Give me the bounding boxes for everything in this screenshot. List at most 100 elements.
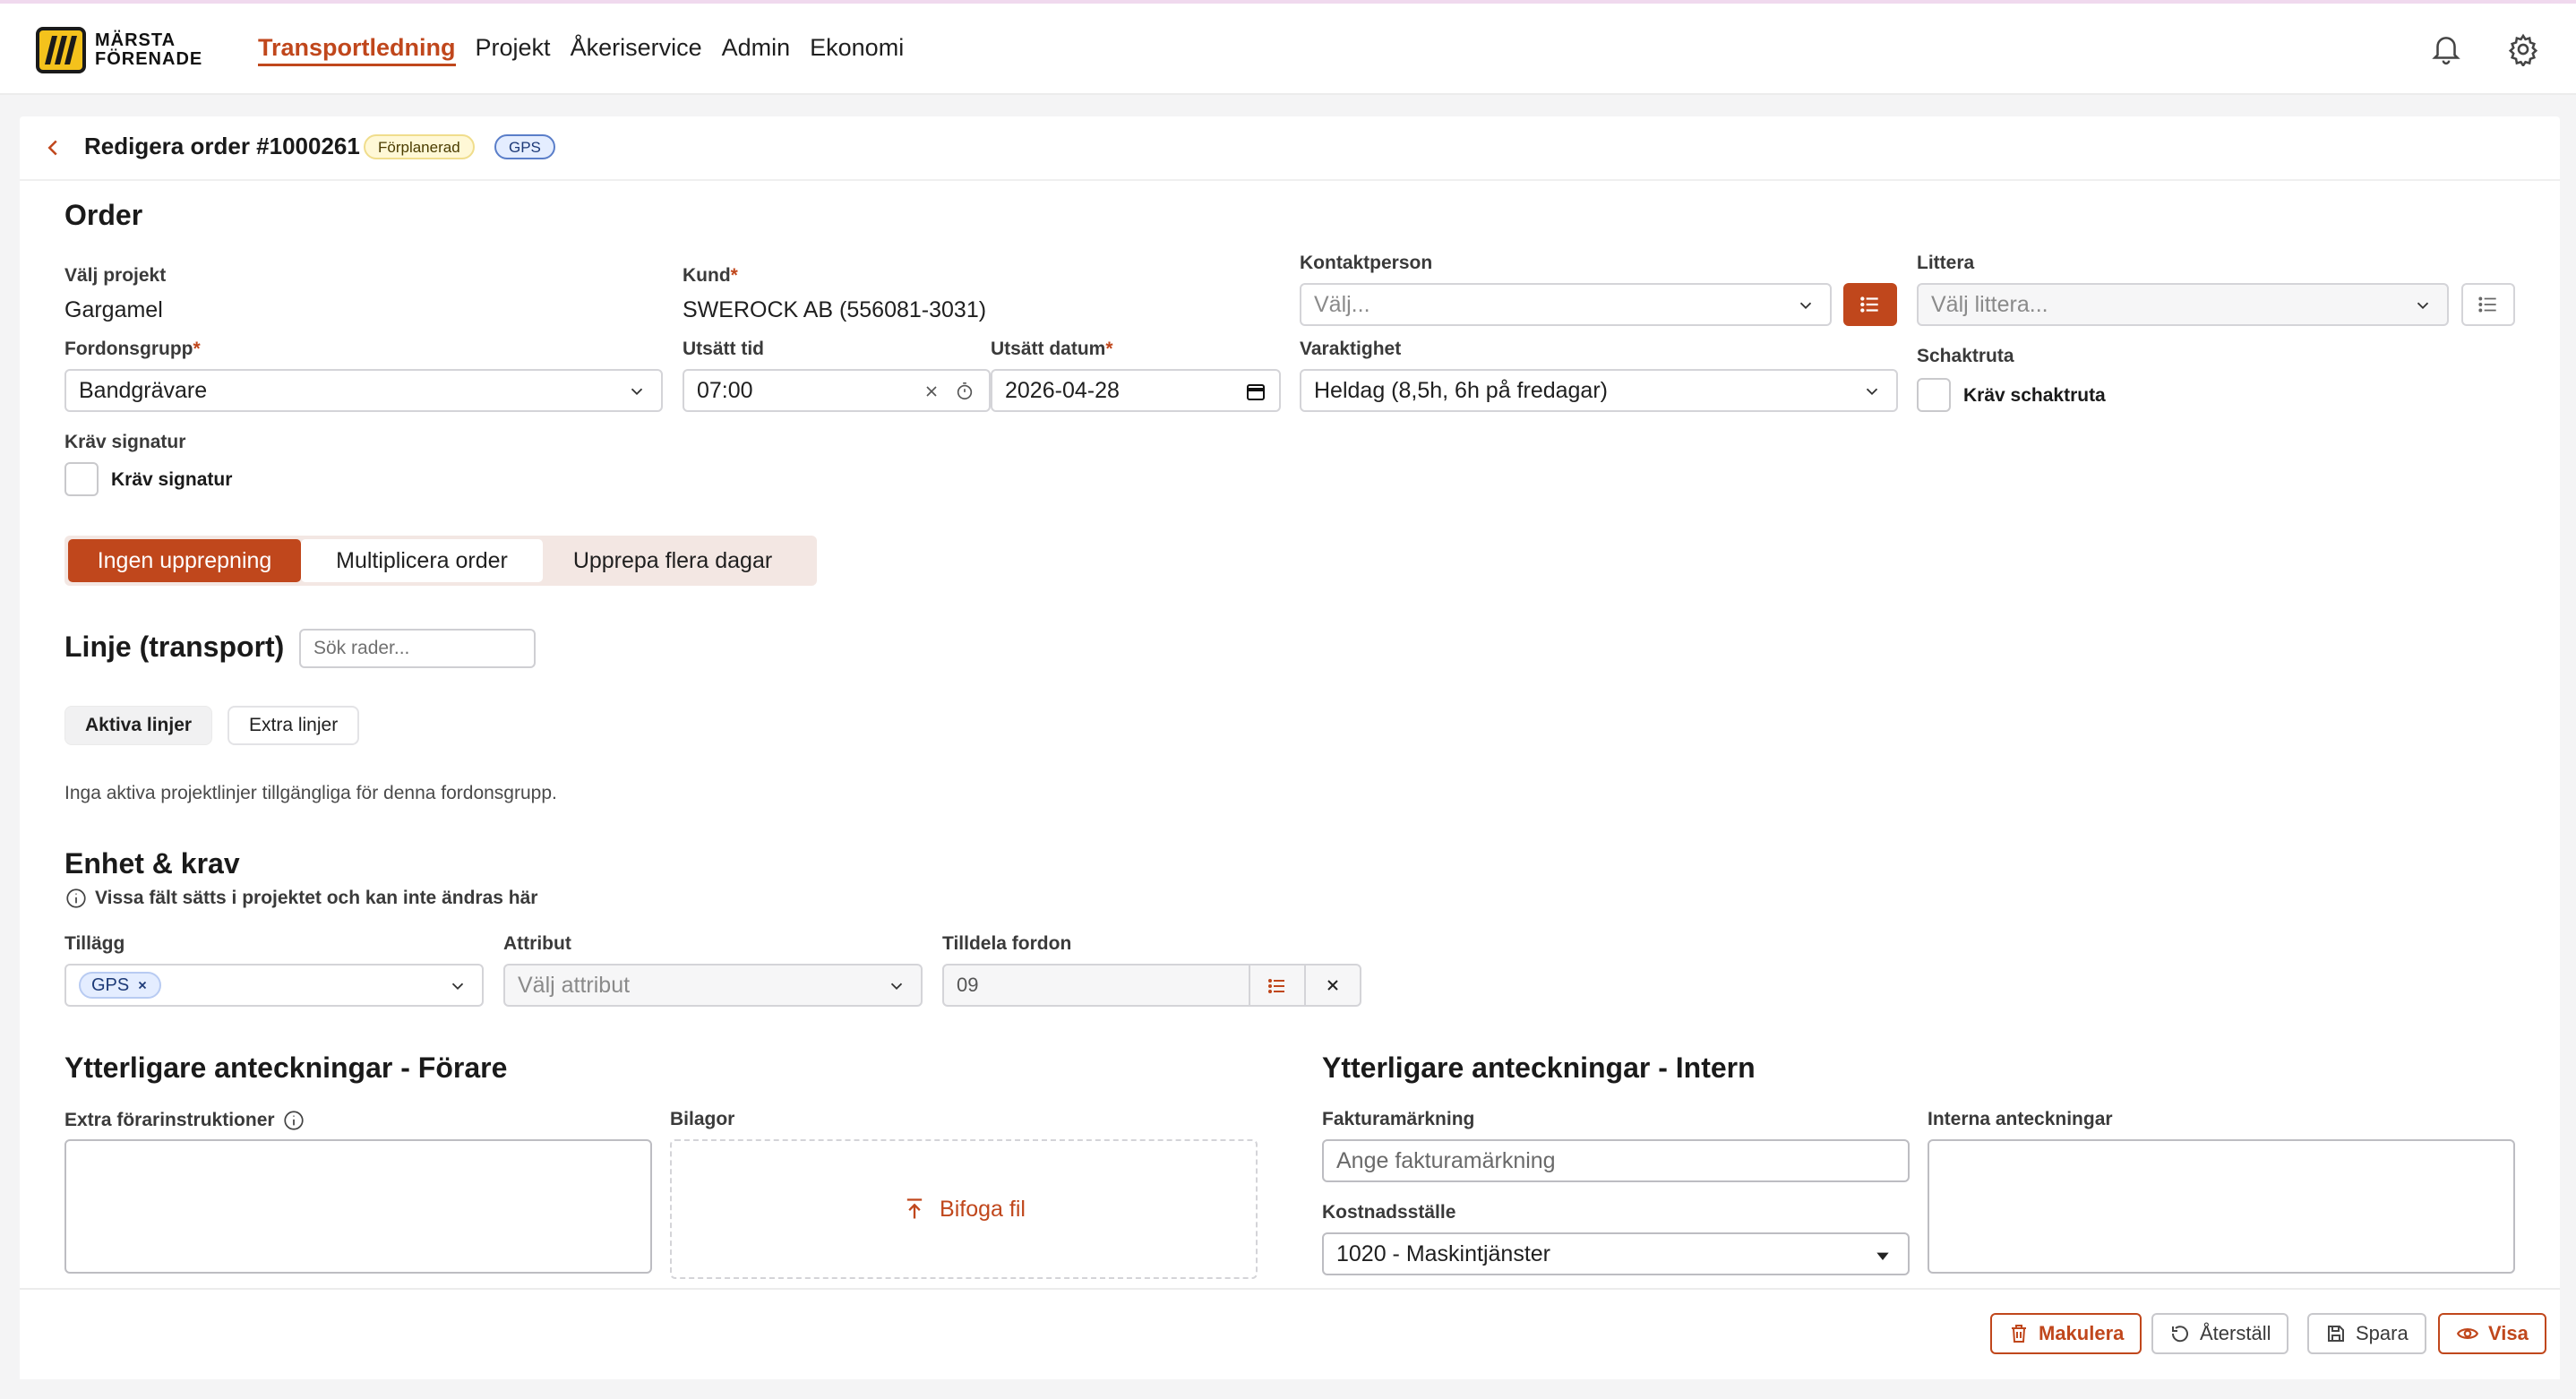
page-title: Redigera order #1000261 (84, 133, 360, 159)
duration-value: Heldag (8,5h, 6h på fredagar) (1314, 377, 1608, 403)
list-icon[interactable] (1267, 975, 1288, 997)
contact-label: Kontaktperson (1300, 253, 1433, 273)
chevron-down-icon (1866, 388, 1878, 396)
gear-icon[interactable] (2506, 32, 2540, 66)
cost-center-value: 1020 - Maskintjänster (1336, 1240, 1551, 1266)
reset-icon (2171, 1326, 2188, 1343)
date-value: 2026-04-28 (1005, 377, 1120, 403)
shaft-label: Schaktruta (1917, 346, 2014, 366)
shaft-checkbox[interactable] (1917, 378, 1951, 412)
date-label-text: Utsätt datum (991, 339, 1106, 359)
chevron-down-icon (451, 983, 464, 991)
duration-select[interactable]: Heldag (8,5h, 6h på fredagar) (1300, 369, 1898, 412)
close-icon[interactable] (1324, 976, 1342, 994)
seg-no-repeat[interactable]: Ingen upprepning (68, 539, 301, 582)
repeat-segmented: Ingen upprepning Multiplicera order Uppr… (64, 536, 817, 586)
internal-notes-heading: Ytterligare anteckningar - Intern (1322, 1051, 1756, 1084)
attr-select[interactable]: Välj attribut (503, 964, 923, 1007)
top-bar: MÄRSTA FÖRENADE Transportledning Projekt… (0, 4, 2576, 95)
extra-instructions-textarea[interactable] (64, 1139, 652, 1274)
project-value: Gargamel (64, 297, 163, 322)
save-label: Spara (2356, 1322, 2409, 1344)
remove-chip-icon[interactable] (136, 979, 149, 991)
seg-repeat-days[interactable]: Upprepa flera dagar (543, 539, 803, 582)
addons-select[interactable]: GPS (64, 964, 484, 1007)
nav-projekt[interactable]: Projekt (476, 34, 551, 66)
littera-list-button[interactable] (2461, 283, 2515, 326)
unit-info: Vissa fält sätts i projektet och kan int… (64, 887, 537, 910)
customer-label: Kund* (683, 265, 738, 287)
vehicle-group-label-text: Fordonsgrupp (64, 339, 193, 359)
assign-vehicle-input[interactable]: 09 (942, 964, 1361, 1007)
attach-dropzone[interactable]: Bifoga fil (670, 1139, 1258, 1279)
info-icon[interactable] (282, 1109, 305, 1132)
gps-chip-label: GPS (91, 974, 130, 995)
divider (1249, 966, 1250, 1005)
internal-notes-textarea[interactable] (1928, 1139, 2515, 1274)
list-icon (2478, 296, 2496, 313)
main-nav: Transportledning Projekt Åkeriservice Ad… (258, 34, 904, 66)
gps-chip: GPS (79, 972, 162, 999)
duration-label: Varaktighet (1300, 339, 1402, 359)
time-value: 07:00 (697, 377, 753, 403)
gps-badge: GPS (494, 134, 555, 159)
order-card: Redigera order #1000261 Förplanerad GPS … (20, 116, 2560, 1379)
stopwatch-icon[interactable] (955, 382, 975, 401)
assign-label: Tilldela fordon (942, 933, 1072, 954)
time-label: Utsätt tid (683, 339, 764, 359)
internal-notes-label: Interna anteckningar (1928, 1109, 2113, 1129)
save-button[interactable]: Spara (2307, 1313, 2426, 1354)
tab-extra-lines[interactable]: Extra linjer (228, 706, 360, 745)
extra-instructions-text: Extra förarinstruktioner (64, 1110, 275, 1130)
chevron-down-icon (890, 983, 903, 991)
contact-list-button[interactable] (1843, 283, 1897, 326)
signature-checkbox[interactable] (64, 462, 99, 496)
invoice-input[interactable]: Ange fakturamärkning (1322, 1139, 1910, 1182)
tab-active-lines[interactable]: Aktiva linjer (64, 706, 213, 745)
date-input[interactable]: 2026-04-28 (991, 369, 1281, 412)
back-chevron-icon[interactable] (39, 134, 66, 161)
required-mark: * (193, 339, 201, 359)
littera-select[interactable]: Välj littera... (1917, 283, 2449, 326)
seg-multiply[interactable]: Multiplicera order (301, 539, 543, 582)
nav-admin[interactable]: Admin (722, 34, 791, 66)
brand-logo[interactable]: MÄRSTA FÖRENADE (36, 27, 202, 73)
addons-label: Tillägg (64, 933, 125, 954)
calendar-icon[interactable] (1245, 381, 1267, 402)
void-button[interactable]: Makulera (1990, 1313, 2142, 1354)
attr-placeholder: Välj attribut (518, 972, 631, 998)
upload-icon (906, 1198, 923, 1219)
nav-transportledning[interactable]: Transportledning (258, 34, 456, 66)
unit-info-text: Vissa fält sätts i projektet och kan int… (95, 888, 538, 908)
invoice-placeholder: Ange fakturamärkning (1336, 1147, 1556, 1173)
vehicle-group-select[interactable]: Bandgrävare (64, 369, 663, 412)
assign-value: 09 (957, 974, 979, 996)
vehicle-group-value: Bandgrävare (79, 377, 208, 403)
lines-search-input[interactable]: Sök rader... (299, 629, 536, 668)
bell-icon[interactable] (2429, 32, 2463, 66)
required-mark: * (1105, 339, 1113, 359)
chevron-down-icon (1799, 302, 1812, 310)
attach-button-label: Bifoga fil (940, 1196, 1026, 1222)
cost-center-select[interactable]: 1020 - Maskintjänster (1322, 1232, 1910, 1275)
signature-check-label: Kräv signatur (111, 469, 233, 490)
required-mark: * (730, 265, 738, 286)
view-button[interactable]: Visa (2438, 1313, 2546, 1354)
nav-ekonomi[interactable]: Ekonomi (810, 34, 904, 66)
nav-akeriservice[interactable]: Åkeriservice (571, 34, 702, 66)
lines-empty-text: Inga aktiva projektlinjer tillgängliga f… (64, 783, 557, 803)
invoice-label: Fakturamärkning (1322, 1109, 1475, 1129)
order-heading: Order (64, 199, 143, 231)
attachments-label: Bilagor (670, 1109, 735, 1129)
unit-heading: Enhet & krav (64, 847, 240, 880)
caret-down-icon (1876, 1252, 1889, 1260)
clear-icon[interactable] (923, 382, 940, 400)
time-input[interactable]: 07:00 (683, 369, 991, 412)
card-header: Redigera order #1000261 Förplanerad GPS (20, 116, 2560, 181)
customer-label-text: Kund (683, 265, 731, 286)
extra-instructions-label: Extra förarinstruktioner (64, 1109, 305, 1132)
reset-button[interactable]: Återställ (2151, 1313, 2289, 1354)
lines-heading: Linje (transport) (64, 631, 285, 663)
divider (1304, 966, 1306, 1005)
contact-select[interactable]: Välj... (1300, 283, 1832, 326)
